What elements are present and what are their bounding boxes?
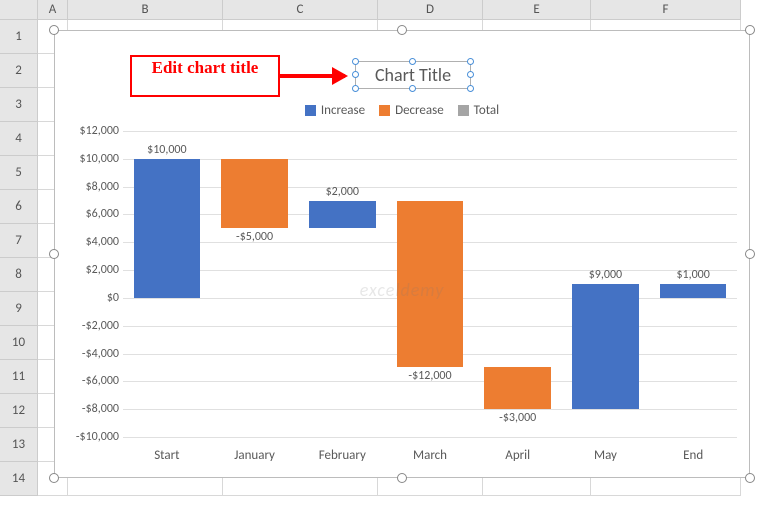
legend-label: Total [474, 103, 499, 118]
row-header[interactable]: 7 [0, 224, 38, 258]
col-header[interactable]: E [483, 0, 591, 20]
y-tick-label: $4,000 [86, 235, 119, 249]
chart-handle[interactable] [397, 473, 407, 483]
chart-handle[interactable] [49, 249, 59, 259]
legend-item[interactable]: Increase [305, 103, 365, 118]
y-tick-label: $12,000 [80, 124, 120, 138]
row-header[interactable]: 12 [0, 394, 38, 428]
bar-rect [309, 201, 376, 229]
row-header[interactable]: 9 [0, 292, 38, 326]
edit-title-callout: Edit chart title [130, 55, 280, 97]
row-header[interactable]: 4 [0, 122, 38, 156]
row-header[interactable]: 5 [0, 156, 38, 190]
x-tick-label: February [298, 448, 386, 463]
bar[interactable]: $9,000 [562, 131, 650, 437]
row-header[interactable]: 2 [0, 54, 38, 88]
x-tick-label: March [386, 448, 474, 463]
y-tick-label: -$2,000 [82, 319, 119, 333]
legend-swatch [305, 105, 316, 116]
row-header[interactable]: 13 [0, 428, 38, 462]
chart-handle[interactable] [397, 25, 407, 35]
bar[interactable]: $1,000 [649, 131, 737, 437]
title-handle[interactable] [352, 85, 359, 92]
chart-handle[interactable] [49, 473, 59, 483]
chart-title-text: Chart Title [375, 64, 451, 86]
col-header[interactable]: C [223, 0, 378, 20]
col-header[interactable]: F [591, 0, 741, 20]
grid-corner [0, 0, 38, 20]
title-handle[interactable] [467, 58, 474, 65]
title-handle[interactable] [467, 85, 474, 92]
legend-item[interactable]: Decrease [379, 103, 444, 118]
row-header[interactable]: 1 [0, 20, 38, 54]
y-tick-label: $2,000 [86, 263, 119, 277]
bar[interactable]: -$3,000 [474, 131, 562, 437]
bar[interactable]: -$5,000 [211, 131, 299, 437]
col-header[interactable]: D [378, 0, 483, 20]
row-header[interactable]: 3 [0, 88, 38, 122]
chart-handle[interactable] [745, 473, 755, 483]
row-header[interactable]: 10 [0, 326, 38, 360]
bar-rect [397, 201, 464, 368]
legend-item[interactable]: Total [458, 103, 499, 118]
chart-handle[interactable] [745, 249, 755, 259]
chart-handle[interactable] [49, 25, 59, 35]
row-header[interactable]: 6 [0, 190, 38, 224]
x-tick-label: Start [123, 448, 211, 463]
legend-label: Increase [321, 103, 365, 118]
plot-area[interactable]: $12,000$10,000$8,000$6,000$4,000$2,000$0… [123, 131, 737, 437]
col-header[interactable]: A [38, 0, 68, 20]
gridline [123, 437, 737, 438]
title-handle[interactable] [467, 71, 474, 78]
legend-swatch [458, 105, 469, 116]
x-tick-label: May [562, 448, 650, 463]
x-tick-label: January [211, 448, 299, 463]
bar[interactable]: $10,000 [123, 131, 211, 437]
y-tick-label: -$8,000 [82, 402, 119, 416]
title-handle[interactable] [409, 58, 416, 65]
y-tick-label: $8,000 [86, 180, 119, 194]
legend-swatch [379, 105, 390, 116]
bars: $10,000-$5,000$2,000-$12,000-$3,000$9,00… [123, 131, 737, 437]
y-tick-label: $6,000 [86, 207, 119, 221]
column-headers: ABCDEF [38, 0, 741, 20]
bar-rect [134, 159, 201, 298]
chart-legend[interactable]: Increase Decrease Total [55, 103, 749, 118]
title-handle[interactable] [409, 85, 416, 92]
callout-arrow [280, 74, 345, 78]
x-axis-labels: StartJanuaryFebruaryMarchAprilMayEnd [123, 448, 737, 463]
legend-label: Decrease [395, 103, 444, 118]
y-tick-label: -$6,000 [82, 374, 119, 388]
title-handle[interactable] [352, 58, 359, 65]
chart-object[interactable]: Edit chart title Chart Title Increase Dec… [54, 30, 750, 478]
bar[interactable]: -$12,000 [386, 131, 474, 437]
y-tick-label: -$10,000 [76, 430, 119, 444]
bar-rect [572, 284, 639, 409]
chart-handle[interactable] [745, 25, 755, 35]
title-handle[interactable] [352, 71, 359, 78]
bar[interactable]: $2,000 [298, 131, 386, 437]
x-tick-label: April [474, 448, 562, 463]
y-axis-labels: $12,000$10,000$8,000$6,000$4,000$2,000$0… [61, 131, 119, 437]
data-label: $1,000 [623, 268, 763, 282]
col-header[interactable]: B [68, 0, 223, 20]
bar-rect [484, 367, 551, 409]
bar-rect [660, 284, 727, 298]
x-tick-label: End [649, 448, 737, 463]
y-tick-label: -$4,000 [82, 347, 119, 361]
row-header[interactable]: 14 [0, 462, 38, 496]
y-tick-label: $0 [107, 291, 119, 305]
chart-title-box[interactable]: Chart Title [355, 61, 471, 89]
row-header[interactable]: 11 [0, 360, 38, 394]
row-headers: 1234567891011121314 [0, 20, 38, 496]
row-header[interactable]: 8 [0, 258, 38, 292]
